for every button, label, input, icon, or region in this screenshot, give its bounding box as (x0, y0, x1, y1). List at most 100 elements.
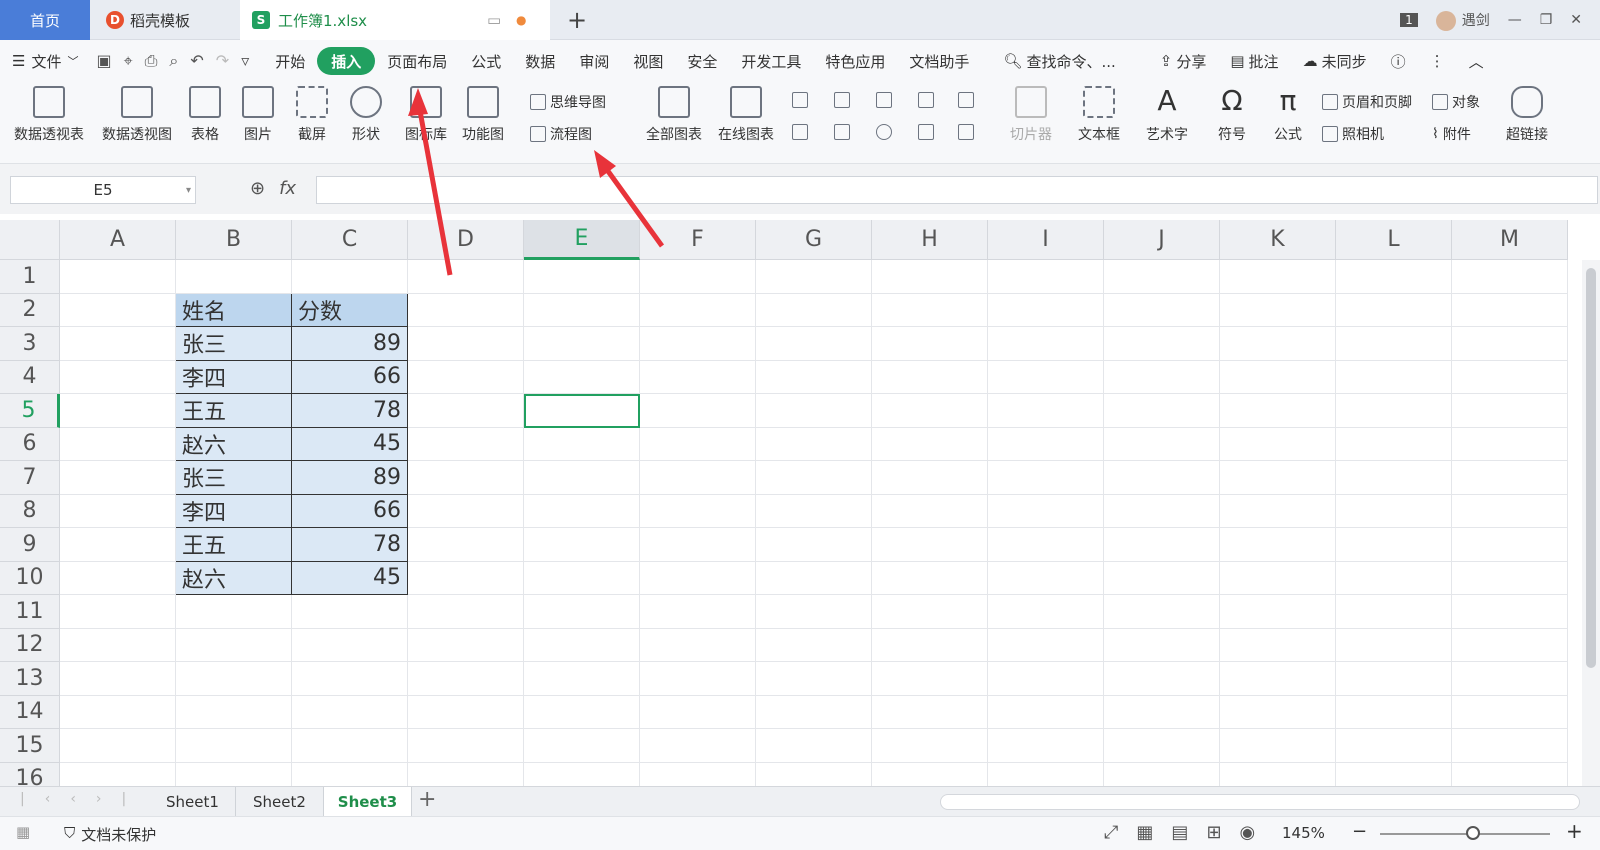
cell[interactable] (640, 427, 756, 461)
cell[interactable] (1104, 260, 1220, 294)
zoom-search-icon[interactable]: ⊕ (250, 178, 265, 199)
cell[interactable] (756, 695, 872, 729)
cell[interactable] (872, 293, 988, 327)
cell[interactable] (1104, 729, 1220, 763)
row-header-14[interactable]: 14 (0, 695, 60, 729)
cell[interactable] (176, 695, 292, 729)
format-painter-icon[interactable]: ⌖ (124, 51, 133, 71)
cell[interactable] (988, 427, 1104, 461)
tab-home[interactable]: 首页 (0, 0, 90, 40)
cell[interactable] (988, 595, 1104, 629)
attachment-button[interactable]: ⌇ 附件 (1432, 124, 1471, 144)
cell[interactable] (872, 394, 988, 428)
pivot-table-button[interactable]: 数据透视表 (14, 86, 84, 144)
table-cell[interactable]: 王五 (176, 394, 292, 428)
cell[interactable] (1104, 595, 1220, 629)
row-header-1[interactable]: 1 (0, 260, 60, 294)
column-header-C[interactable]: C (292, 220, 408, 260)
column-header-A[interactable]: A (60, 220, 176, 260)
cell[interactable] (524, 595, 640, 629)
column-header-D[interactable]: D (408, 220, 524, 260)
cell[interactable] (756, 628, 872, 662)
cell[interactable] (872, 628, 988, 662)
protection-status[interactable]: ⛉ 文档未保护 (64, 824, 156, 845)
cell[interactable] (872, 528, 988, 562)
row-header-6[interactable]: 6 (0, 427, 60, 461)
cell[interactable] (1452, 561, 1568, 595)
all-charts-button[interactable]: 全部图表 (646, 86, 702, 144)
zoom-out-icon[interactable]: − (1352, 821, 1367, 842)
row-header-3[interactable]: 3 (0, 327, 60, 361)
zoom-slider[interactable] (1380, 833, 1550, 835)
menu-item-2[interactable]: 页面布局 (375, 47, 459, 75)
camera-button[interactable]: 照相机 (1322, 124, 1384, 144)
cell[interactable] (1336, 595, 1452, 629)
cell[interactable] (408, 695, 524, 729)
cell[interactable] (292, 628, 408, 662)
cell[interactable] (640, 561, 756, 595)
table-cell[interactable]: 66 (292, 494, 408, 528)
cell[interactable] (1220, 561, 1336, 595)
cell[interactable] (524, 729, 640, 763)
scroll-thumb[interactable] (1586, 268, 1596, 668)
cell[interactable] (1220, 360, 1336, 394)
cell[interactable] (872, 327, 988, 361)
comment-button[interactable]: ▤ 批注 (1218, 47, 1290, 75)
row-header-15[interactable]: 15 (0, 729, 60, 763)
cell[interactable] (640, 461, 756, 495)
select-all-corner[interactable] (0, 220, 60, 260)
cell[interactable] (524, 427, 640, 461)
cell[interactable] (872, 595, 988, 629)
more-icon[interactable]: ⋮ (1418, 47, 1457, 75)
cell[interactable] (408, 662, 524, 696)
cell[interactable] (1336, 729, 1452, 763)
cell[interactable] (1452, 662, 1568, 696)
cell[interactable] (640, 628, 756, 662)
cell[interactable] (292, 729, 408, 763)
formula-button[interactable]: π 公式 (1272, 86, 1304, 144)
cell[interactable] (1452, 461, 1568, 495)
cell[interactable] (292, 595, 408, 629)
cell[interactable] (640, 293, 756, 327)
name-box[interactable]: E5 ▾ (10, 176, 196, 204)
cell[interactable] (60, 427, 176, 461)
table-cell[interactable]: 45 (292, 561, 408, 595)
cell[interactable] (1104, 461, 1220, 495)
cell[interactable] (872, 427, 988, 461)
formula-input[interactable] (316, 176, 1598, 204)
cell[interactable] (1336, 427, 1452, 461)
cell[interactable] (524, 360, 640, 394)
cell[interactable] (756, 461, 872, 495)
column-header-K[interactable]: K (1220, 220, 1336, 260)
mind-map-button[interactable]: 思维导图 (530, 92, 606, 112)
undo-icon[interactable]: ↶ (190, 51, 203, 71)
fullscreen-icon[interactable]: ⤢ (1104, 822, 1118, 843)
menu-item-9[interactable]: 特色应用 (813, 47, 897, 75)
cell[interactable] (988, 729, 1104, 763)
cell[interactable] (640, 260, 756, 294)
cell[interactable] (1452, 394, 1568, 428)
cell[interactable] (988, 494, 1104, 528)
cell[interactable] (524, 662, 640, 696)
cell[interactable] (872, 561, 988, 595)
column-header-G[interactable]: G (756, 220, 872, 260)
cell[interactable] (756, 394, 872, 428)
screenshot-button[interactable]: 截屏 (296, 86, 328, 144)
cell[interactable] (1220, 293, 1336, 327)
selected-cell-E5[interactable] (524, 394, 640, 428)
cell[interactable] (524, 461, 640, 495)
minimize-icon[interactable]: — (1508, 12, 1522, 28)
cell[interactable] (756, 360, 872, 394)
pie-chart-icon[interactable] (876, 124, 892, 140)
cell[interactable] (1336, 695, 1452, 729)
eye-protect-icon[interactable]: ◉ (1240, 822, 1256, 843)
cell[interactable] (640, 595, 756, 629)
hyperlink-button[interactable]: 超链接 (1506, 86, 1548, 144)
sheet-nav-icons[interactable]: |‹‹›| (20, 791, 146, 807)
cell[interactable] (60, 628, 176, 662)
tab-workbook[interactable]: S 工作簿1.xlsx ▭ ● (240, 0, 550, 40)
cell[interactable] (1336, 327, 1452, 361)
sheet-tab-3[interactable]: Sheet3 (324, 787, 412, 817)
help-icon[interactable]: ⓘ (1379, 47, 1418, 75)
cell[interactable] (1452, 729, 1568, 763)
